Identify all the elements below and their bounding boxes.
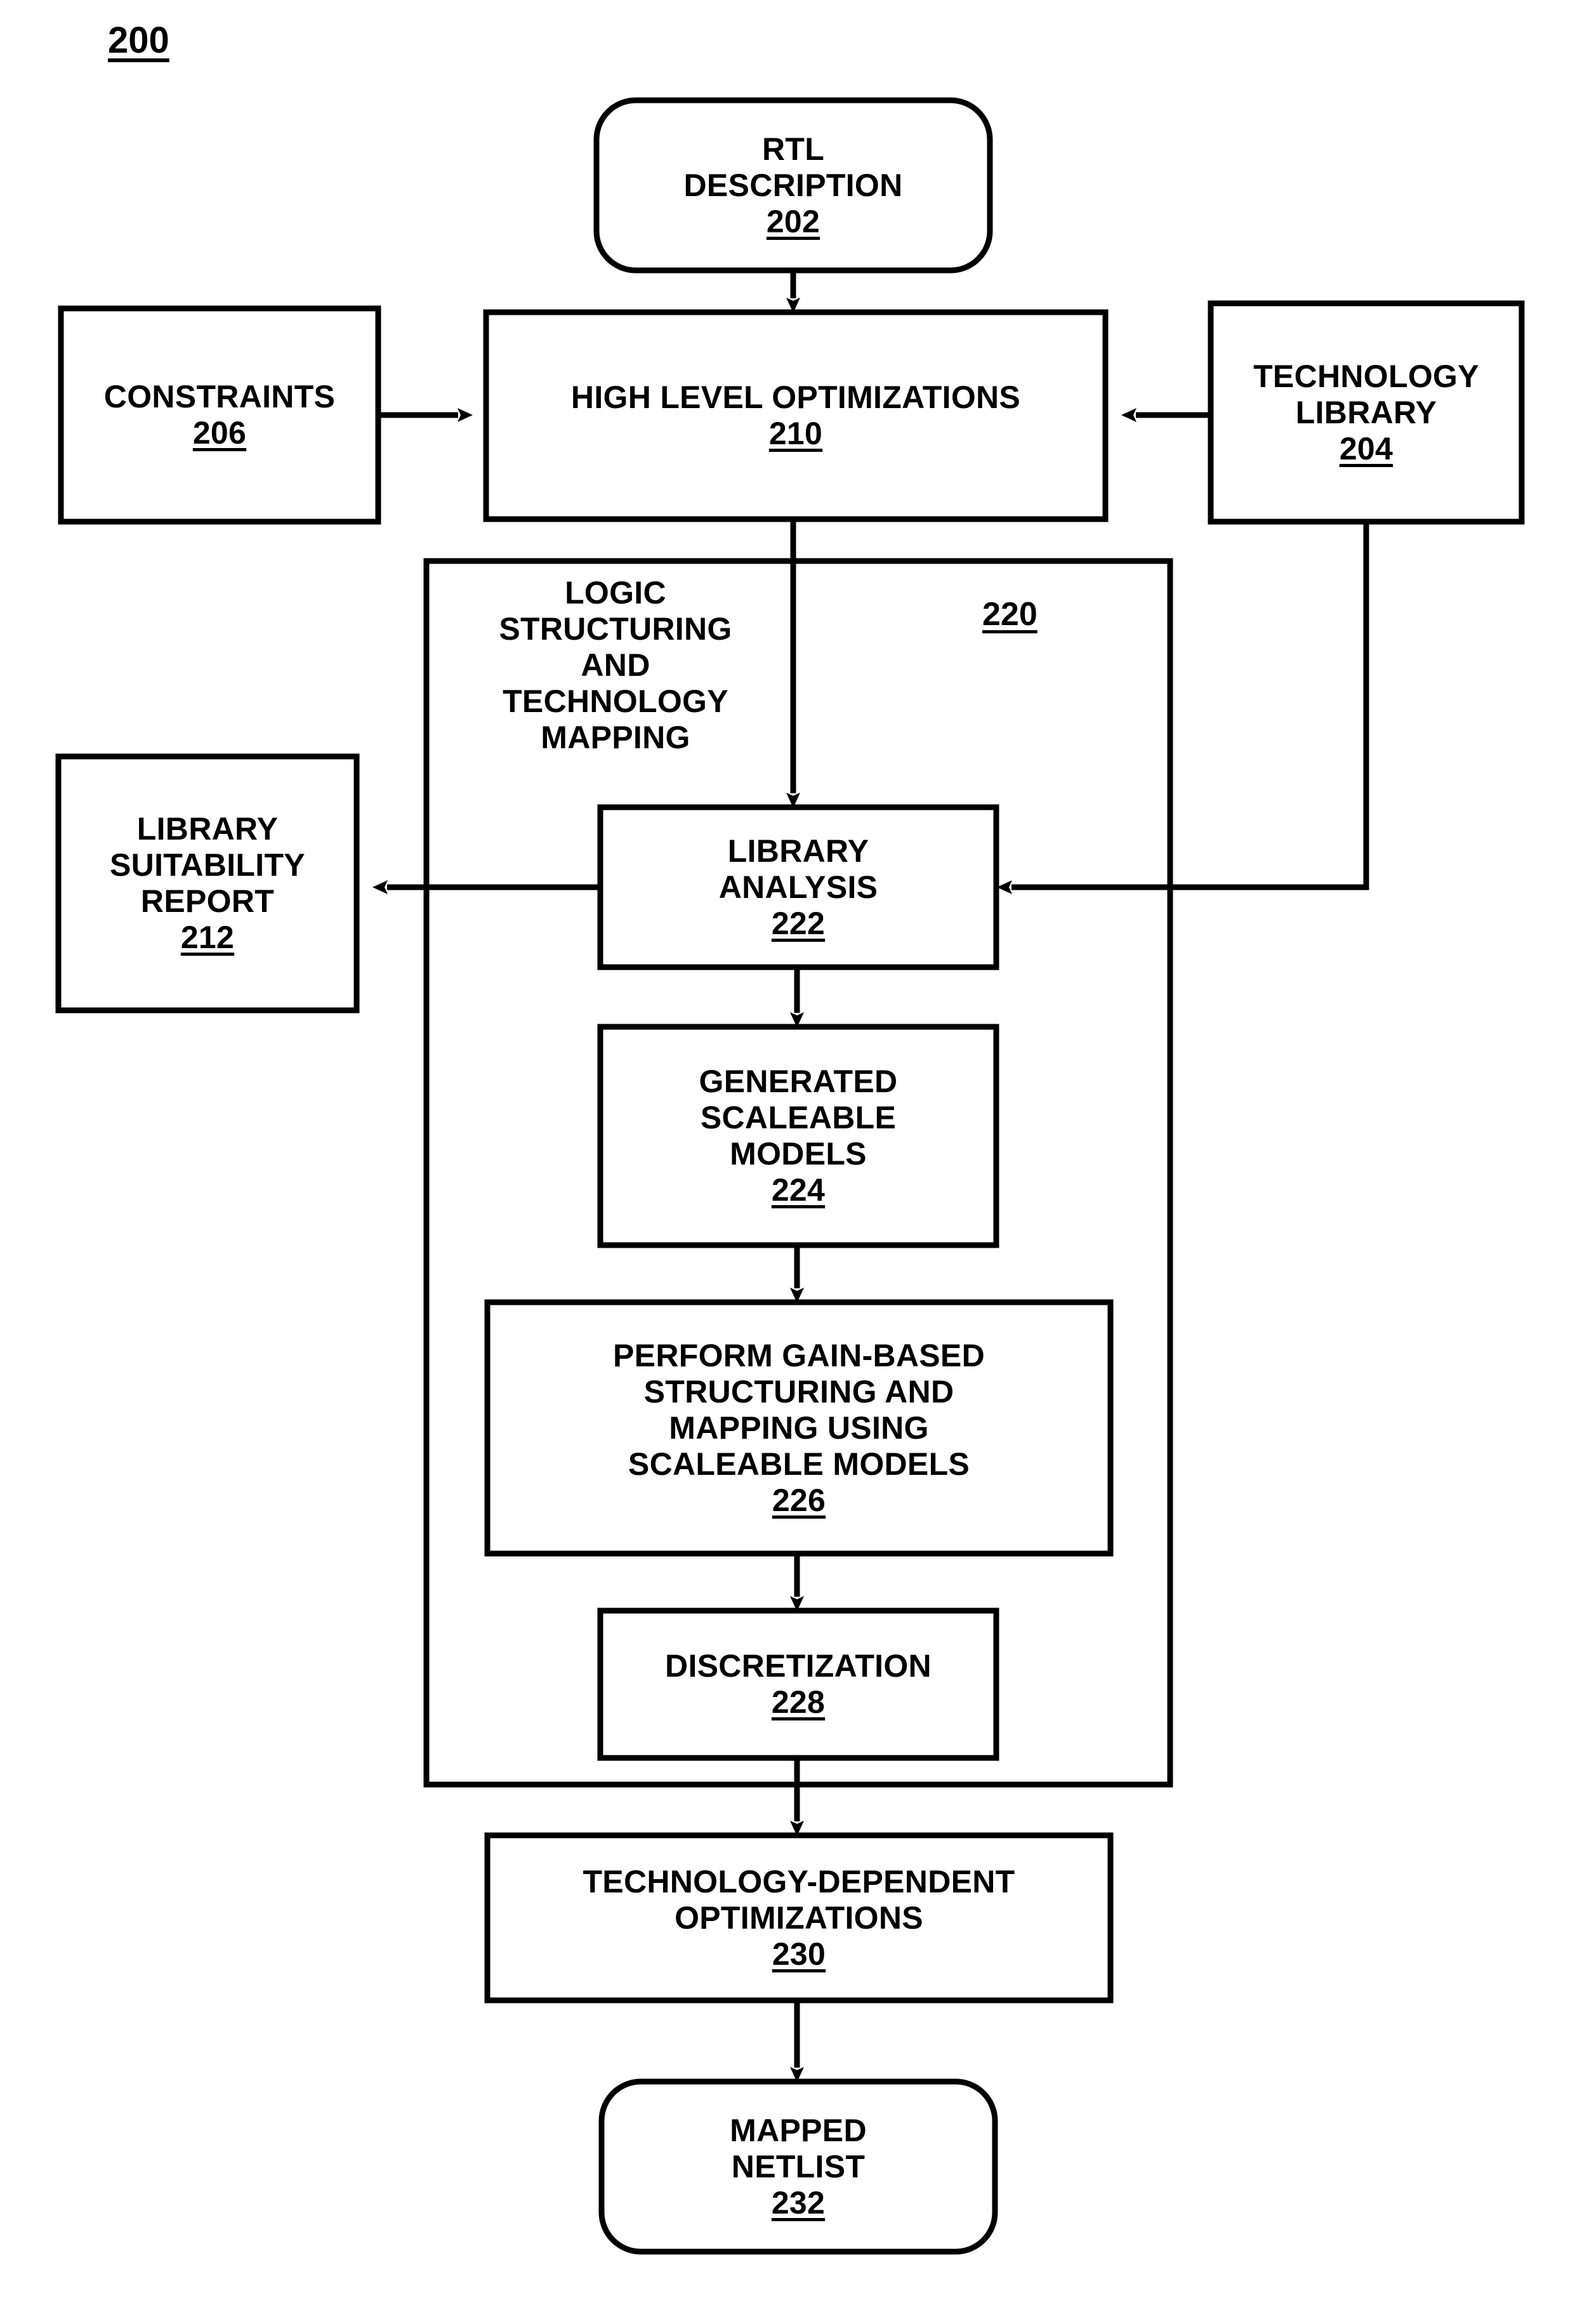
logic-structuring-group-line-5: MAPPING xyxy=(541,720,690,755)
discretization-shape xyxy=(597,1608,999,1761)
logic-structuring-group-label: LOGIC STRUCTURING AND TECHNOLOGY MAPPING xyxy=(444,575,787,756)
logic-structuring-group-line-2: STRUCTURING xyxy=(499,611,732,647)
logic-structuring-group-line-1: LOGIC xyxy=(565,575,666,611)
logic-structuring-group-ref: 220 xyxy=(982,596,1037,633)
connector-techlib-to-library-analysis xyxy=(1027,522,1369,890)
technology-dependent-optimizations-shape xyxy=(484,1832,1114,2004)
library-suitability-report-shape xyxy=(55,753,360,1013)
technology-library-shape xyxy=(1208,300,1525,525)
high-level-optimizations-shape xyxy=(483,309,1109,522)
rtl-description-shape xyxy=(593,97,993,274)
logic-structuring-group-line-3: AND xyxy=(581,647,650,683)
constraints-shape xyxy=(58,305,381,525)
generated-scaleable-models-shape xyxy=(597,1024,999,1248)
patent-figure-200: 200 RTL DESCRIPTION 202 CONSTRAINTS 206 … xyxy=(0,0,1594,2324)
figure-number: 200 xyxy=(108,20,169,61)
mapped-netlist-shape xyxy=(598,2078,998,2255)
gain-based-structuring-shape xyxy=(484,1299,1114,1557)
logic-structuring-group-line-4: TECHNOLOGY xyxy=(503,683,728,719)
figure-vector-layer xyxy=(55,97,1525,2255)
library-analysis-shape xyxy=(597,804,999,970)
